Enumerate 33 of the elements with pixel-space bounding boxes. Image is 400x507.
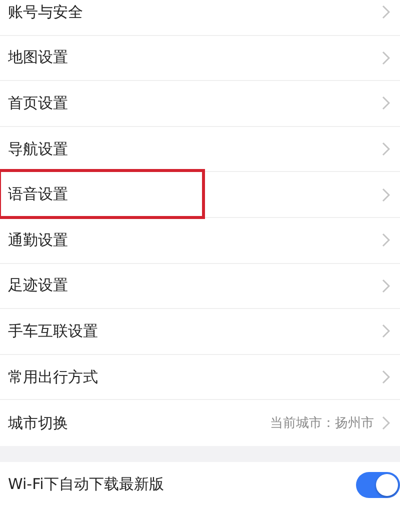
settings-row[interactable]: 常用出行方式: [0, 354, 400, 400]
toggle-switch[interactable]: [356, 472, 400, 498]
settings-row[interactable]: 首页设置: [0, 81, 400, 127]
setting-label: 城市切换: [8, 414, 69, 433]
setting-label: 常用出行方式: [8, 368, 99, 387]
chevron-icon: [382, 324, 390, 338]
settings-row[interactable]: 导航设置: [0, 126, 400, 172]
setting-label: 足迹设置: [8, 276, 69, 296]
current-city-value: 当前城市：扬州市: [270, 415, 374, 432]
setting-label: Wi-Fi下自动下载最新版: [8, 475, 165, 494]
setting-label: 地图设置: [8, 48, 69, 68]
setting-label: 通勤设置: [8, 230, 69, 250]
settings-row[interactable]: 城市切换 当前城市：扬州市: [0, 400, 400, 446]
setting-label: 首页设置: [8, 94, 69, 113]
chevron-icon: [382, 96, 390, 110]
settings-row[interactable]: 手车互联设置: [0, 309, 400, 355]
chevron-icon: [382, 50, 390, 65]
chevron-icon: [382, 188, 390, 202]
chevron-icon: [382, 416, 390, 430]
settings-row[interactable]: 账号与安全: [0, 0, 400, 36]
chevron-icon: [382, 5, 390, 20]
setting-label: 导航设置: [8, 140, 69, 159]
setting-label: 账号与安全: [8, 2, 84, 22]
settings-row[interactable]: Wi-Fi下自动下载最新版: [0, 462, 400, 507]
settings-row[interactable]: 足迹设置: [0, 264, 400, 310]
chevron-icon: [382, 278, 390, 293]
chevron-icon: [382, 142, 390, 156]
setting-label: 语音设置: [8, 185, 69, 204]
chevron-icon: [382, 370, 390, 384]
setting-label: 手车互联设置: [8, 322, 99, 341]
settings-row[interactable]: 地图设置: [0, 36, 400, 82]
chevron-icon: [382, 233, 390, 248]
settings-row[interactable]: 通勤设置: [0, 218, 400, 264]
